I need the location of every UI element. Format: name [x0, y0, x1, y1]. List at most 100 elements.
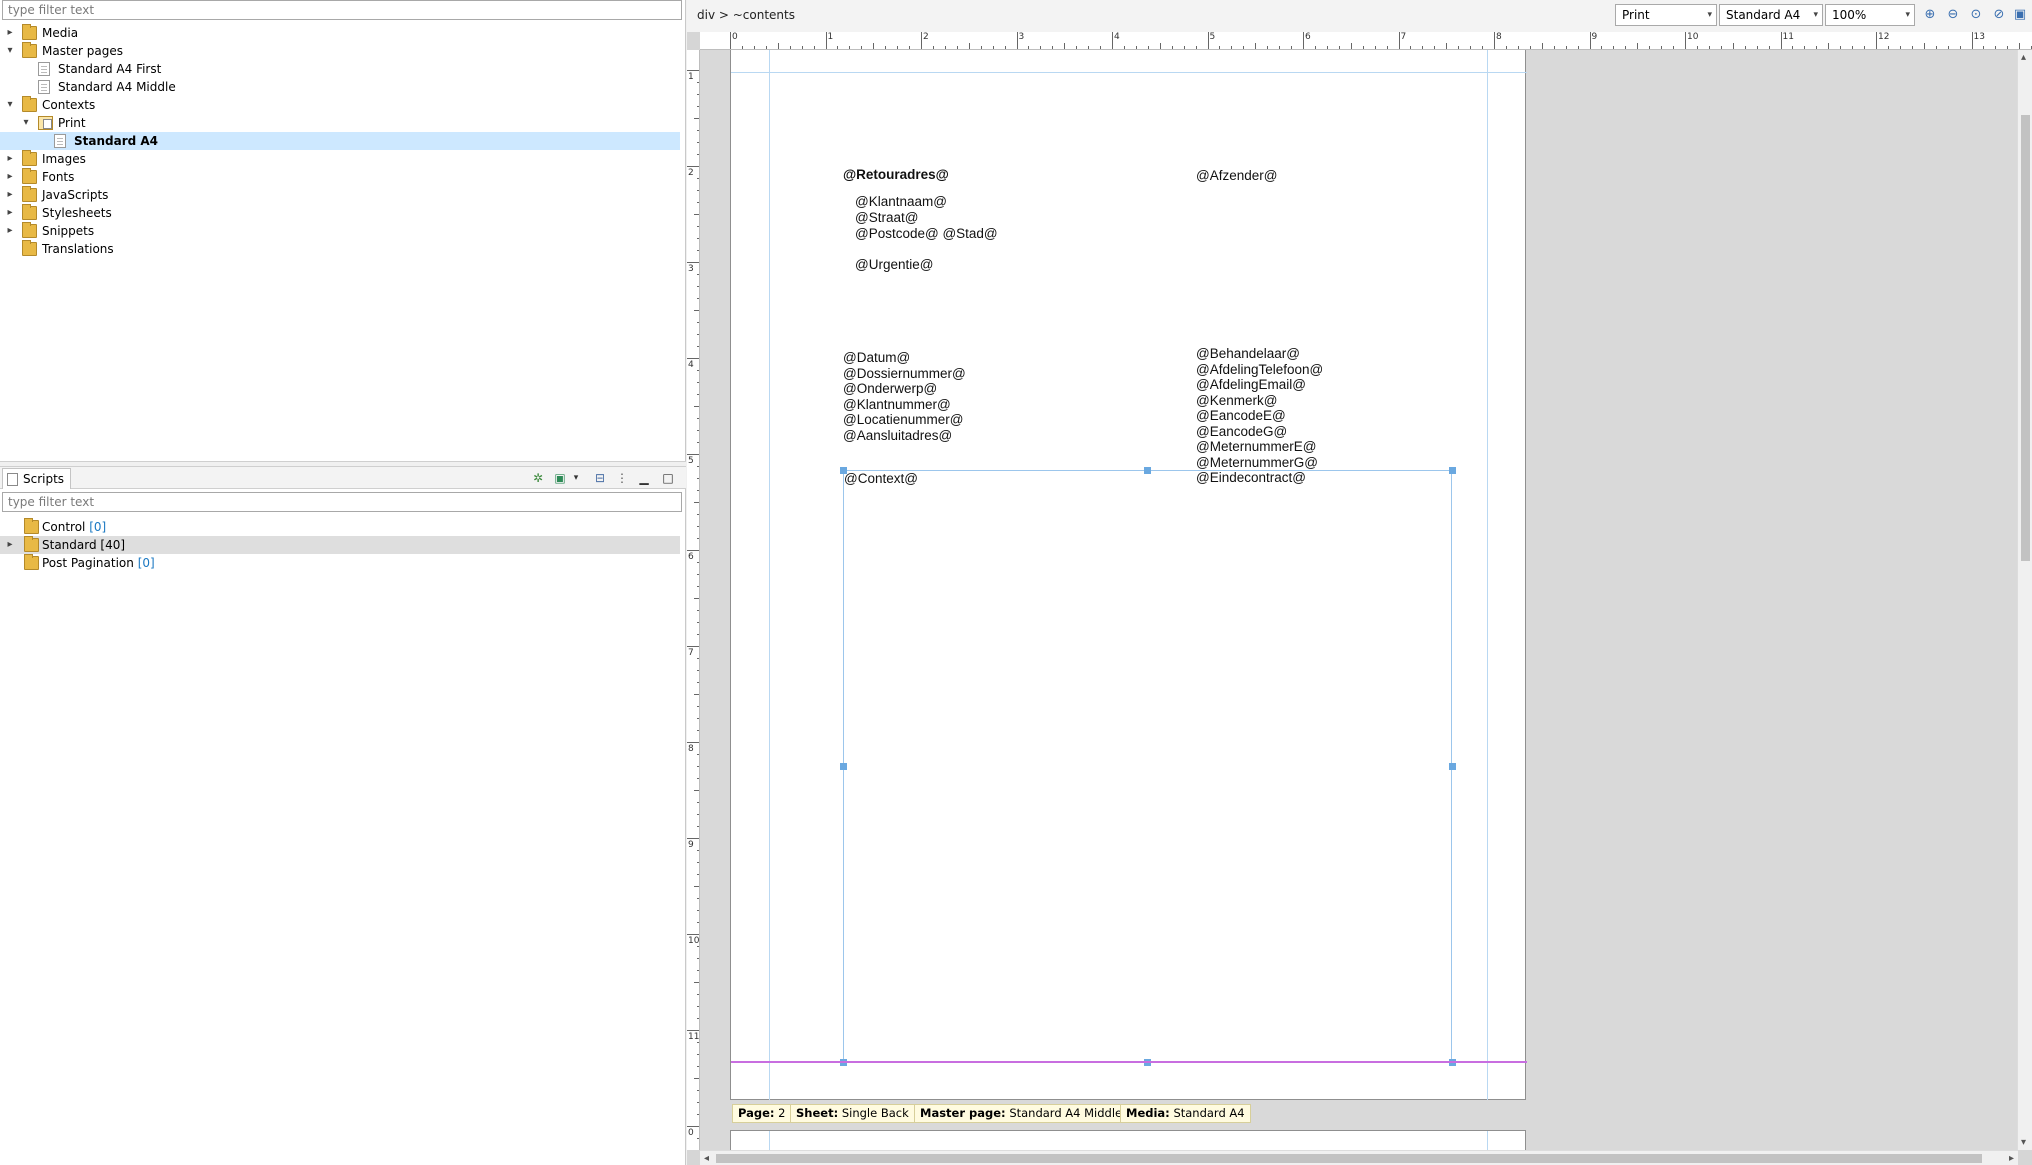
maximize-icon[interactable]: □: [660, 470, 676, 486]
script-folder-item[interactable]: Control [0]: [0, 518, 680, 536]
document-page[interactable]: @Retouradres@ @Klantnaam@ @Straat@ @Post…: [730, 50, 1527, 1100]
info-field[interactable]: @EancodeG@: [1196, 424, 1287, 440]
tree-item-label: Stylesheets: [42, 206, 112, 220]
info-field[interactable]: @Aansluitadres@: [843, 428, 952, 444]
info-field[interactable]: @EancodeE@: [1196, 408, 1286, 424]
zoom-select-value: 100%: [1832, 8, 1867, 22]
info-field[interactable]: @Locatienummer@: [843, 412, 963, 428]
ruler-tick: [730, 32, 731, 49]
afzender-field[interactable]: @Afzender@: [1196, 168, 1277, 184]
resize-handle-l[interactable]: [840, 763, 847, 770]
next-page[interactable]: [730, 1130, 1526, 1150]
tree-item[interactable]: ▸ Fonts: [0, 168, 680, 186]
status-master-page: Master page: Standard A4 Middle: [914, 1104, 1129, 1123]
chevron-right-icon[interactable]: ▸: [4, 536, 16, 554]
tree-item[interactable]: ▸ Images: [0, 150, 680, 168]
status-page: Page: 2: [732, 1104, 792, 1123]
view-menu-icon[interactable]: ⋮: [614, 470, 630, 486]
tree-item[interactable]: Standard A4: [0, 132, 680, 150]
output-select[interactable]: Print ▾: [1615, 4, 1717, 26]
ruler-tick: [825, 32, 827, 49]
chevron-right-icon[interactable]: ▸: [4, 24, 16, 42]
tab-scripts[interactable]: Scripts: [2, 468, 72, 489]
zoom-actual-size-icon[interactable]: ▣: [2011, 6, 2029, 24]
chevron-down-icon[interactable]: ▾: [4, 96, 16, 114]
zoom-select[interactable]: 100% ▾: [1825, 4, 1915, 26]
postcode-stad-field[interactable]: @Postcode@ @Stad@: [855, 226, 998, 242]
tree-item[interactable]: ▸ JavaScripts: [0, 186, 680, 204]
zoom-out-icon[interactable]: ⊖: [1944, 6, 1962, 24]
horizontal-scrollbar[interactable]: ◂ ▸: [700, 1150, 2018, 1165]
info-field[interactable]: @Kenmerk@: [1196, 393, 1277, 409]
scroll-up-icon[interactable]: ▴: [2021, 50, 2026, 65]
resize-handle-tl[interactable]: [840, 467, 847, 474]
resources-filter-input[interactable]: type filter text: [2, 0, 682, 20]
info-field[interactable]: @Onderwerp@: [843, 381, 937, 397]
info-field[interactable]: @Behandelaar@: [1196, 346, 1300, 362]
straat-field[interactable]: @Straat@: [855, 210, 918, 226]
context-container[interactable]: @Context@: [843, 470, 1452, 1063]
context-field[interactable]: @Context@: [844, 471, 918, 487]
info-field[interactable]: @Datum@: [843, 350, 910, 366]
new-script-dropdown-icon[interactable]: ▾: [568, 470, 584, 486]
resize-handle-r[interactable]: [1449, 763, 1456, 770]
tree-item[interactable]: ▾ Contexts: [0, 96, 680, 114]
ruler-label: 10: [688, 936, 700, 946]
tree-item[interactable]: ▸ Media: [0, 24, 680, 42]
chevron-right-icon[interactable]: ▸: [4, 168, 16, 186]
chevron-right-icon[interactable]: ▸: [4, 186, 16, 204]
tree-item[interactable]: ▾ Print: [0, 114, 680, 132]
vertical-scrollbar[interactable]: ▴ ▾: [2017, 50, 2032, 1150]
tree-item[interactable]: ▸ Stylesheets: [0, 204, 680, 222]
urgentie-field[interactable]: @Urgentie@: [855, 257, 933, 273]
breadcrumb[interactable]: div > ~contents: [697, 8, 795, 22]
ruler-tick: [687, 550, 699, 551]
tree-item[interactable]: ▸ Snippets: [0, 222, 680, 240]
tree-item[interactable]: ▾ Master pages: [0, 42, 680, 60]
scripts-filter-input[interactable]: type filter text: [2, 492, 682, 512]
new-script-icon[interactable]: ▣: [552, 470, 568, 486]
scripts-tabbar: Scripts ✲ ▣ ▾ ⊟ ⋮ ▁ □: [0, 467, 686, 489]
script-debug-icon[interactable]: ✲: [530, 470, 546, 486]
ruler-label: 9: [688, 840, 694, 850]
collapse-all-icon[interactable]: ⊟: [592, 470, 608, 486]
document-canvas[interactable]: @Retouradres@ @Klantnaam@ @Straat@ @Post…: [700, 50, 2018, 1150]
status-sheet: Sheet: Single Back: [790, 1104, 915, 1123]
context-icon: [38, 116, 53, 130]
script-folder-item[interactable]: ▸ Standard [40]: [0, 536, 680, 554]
section-select[interactable]: Standard A4 ▾: [1719, 4, 1823, 26]
info-field[interactable]: @Dossiernummer@: [843, 366, 966, 382]
info-field[interactable]: @Klantnummer@: [843, 397, 951, 413]
chevron-down-icon[interactable]: ▾: [4, 42, 16, 60]
ruler-tick: [1971, 32, 1973, 49]
resize-handle-tr[interactable]: [1449, 467, 1456, 474]
chevron-right-icon[interactable]: ▸: [4, 204, 16, 222]
zoom-fit-width-icon[interactable]: ⊙: [1967, 6, 1985, 24]
ruler-tick: [2019, 43, 2021, 49]
klantnaam-field[interactable]: @Klantnaam@: [855, 194, 947, 210]
resize-handle-t[interactable]: [1144, 467, 1151, 474]
chevron-right-icon[interactable]: ▸: [4, 222, 16, 240]
chevron-down-icon[interactable]: ▾: [20, 114, 32, 132]
scroll-down-icon[interactable]: ▾: [2021, 1135, 2026, 1150]
retouradres-field[interactable]: @Retouradres@: [843, 167, 949, 183]
info-field[interactable]: @AfdelingEmail@: [1196, 377, 1306, 393]
ruler-label: 0: [688, 1128, 694, 1138]
vertical-scroll-thumb[interactable]: [2021, 115, 2030, 561]
ruler-tick: [1494, 32, 1495, 49]
info-field[interactable]: @MeternummerE@: [1196, 439, 1316, 455]
script-folder-item[interactable]: Post Pagination [0]: [0, 554, 680, 572]
scroll-left-icon[interactable]: ◂: [704, 1151, 709, 1165]
zoom-in-icon[interactable]: ⊕: [1921, 6, 1939, 24]
folder-icon: [22, 168, 37, 184]
horizontal-scroll-thumb[interactable]: [716, 1154, 1982, 1163]
info-field[interactable]: @AfdelingTelefoon@: [1196, 362, 1323, 378]
scroll-right-icon[interactable]: ▸: [2009, 1151, 2014, 1165]
chevron-right-icon[interactable]: ▸: [4, 150, 16, 168]
tree-item[interactable]: Standard A4 Middle: [0, 78, 680, 96]
minimize-icon[interactable]: ▁: [636, 470, 652, 486]
tree-item[interactable]: Translations: [0, 240, 680, 258]
tree-item[interactable]: Standard A4 First: [0, 60, 680, 78]
info-field[interactable]: @MeternummerG@: [1196, 455, 1318, 471]
zoom-fit-page-icon[interactable]: ⊘: [1990, 6, 2008, 24]
